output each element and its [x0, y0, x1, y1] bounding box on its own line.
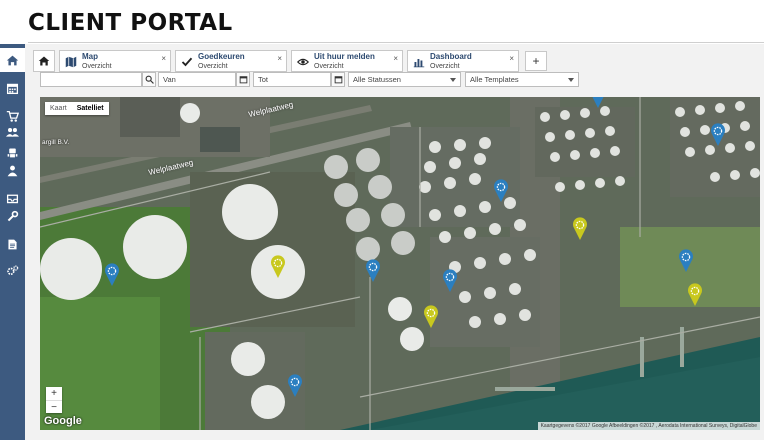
header-divider: [28, 42, 764, 43]
chevron-down-icon: [568, 78, 574, 82]
marker-pin-icon[interactable]: [678, 249, 694, 273]
calendar-icon: [239, 76, 247, 84]
sidebar-item-user[interactable]: [0, 158, 25, 182]
chevron-down-icon: [450, 78, 456, 82]
home-icon: [6, 55, 19, 65]
sidebar-item-home[interactable]: [0, 48, 25, 72]
zoom-in-button[interactable]: +: [46, 387, 62, 400]
marker-pin-icon[interactable]: [710, 123, 726, 147]
map-icon: [65, 56, 77, 68]
eye-icon: [297, 58, 309, 66]
wrench-icon: [7, 210, 19, 221]
search-icon: [145, 75, 154, 84]
zoom-control: + −: [46, 387, 62, 413]
sidebar: [0, 44, 25, 440]
map-type-toggle: Kaart Satelliet: [45, 102, 109, 115]
client-portal-page: CLIENT PORTAL Map Overzicht × Goedkeuren…: [0, 0, 764, 440]
google-logo: Google: [44, 415, 82, 427]
user-icon: [7, 165, 18, 176]
tab-close-button[interactable]: ×: [277, 55, 282, 63]
marker-pin-icon[interactable]: [104, 263, 120, 287]
tab-subtitle: Overzicht: [314, 63, 344, 70]
search-button[interactable]: [142, 72, 156, 87]
home-icon: [38, 56, 50, 66]
tab-subtitle: Overzicht: [82, 63, 112, 70]
tab-title: Goedkeuren: [198, 52, 245, 61]
marker-pin-icon[interactable]: [423, 305, 439, 329]
tab-uit-huur-melden[interactable]: Uit huur melden Overzicht ×: [291, 50, 403, 72]
date-from-picker-button[interactable]: [236, 72, 250, 87]
sidebar-item-calendar[interactable]: [0, 76, 25, 100]
add-tab-button[interactable]: +: [525, 51, 547, 71]
template-select[interactable]: Alle Templates: [465, 72, 579, 87]
sidebar-item-tools[interactable]: [0, 204, 25, 228]
marker-pin-icon[interactable]: [442, 269, 458, 293]
calendar-icon: [334, 76, 342, 84]
inbox-icon: [6, 194, 19, 203]
gears-icon: [7, 265, 19, 275]
tab-title: Dashboard: [430, 52, 472, 61]
sidebar-item-settings[interactable]: [0, 258, 25, 282]
main-content: Map Overzicht × Goedkeuren Overzicht × U…: [25, 44, 764, 440]
marker-pin-icon[interactable]: [590, 97, 606, 109]
search-input[interactable]: [40, 72, 142, 87]
bar-chart-icon: [413, 59, 425, 68]
status-select-value: Alle Statussen: [353, 75, 401, 84]
date-to-field[interactable]: Tot: [253, 72, 331, 87]
marker-pin-icon[interactable]: [365, 259, 381, 283]
template-select-value: Alle Templates: [470, 75, 519, 84]
tab-subtitle: Overzicht: [198, 63, 228, 70]
tab-close-button[interactable]: ×: [161, 55, 166, 63]
date-from-field[interactable]: Van: [158, 72, 236, 87]
map-attribution: Kaartgegevens ©2017 Google Afbeeldingen …: [537, 422, 760, 430]
marker-pin-icon[interactable]: [287, 374, 303, 398]
marker-pin-icon[interactable]: [270, 255, 286, 279]
zoom-out-button[interactable]: −: [46, 400, 62, 413]
tab-title: Map: [82, 52, 98, 61]
poi-label: argill B.V.: [42, 139, 70, 146]
check-icon: [181, 57, 193, 67]
tab-close-button[interactable]: ×: [509, 55, 514, 63]
tab-bar: Map Overzicht × Goedkeuren Overzicht × U…: [33, 50, 547, 72]
robot-icon: [7, 147, 18, 157]
marker-pin-icon[interactable]: [687, 283, 703, 307]
tab-goedkeuren[interactable]: Goedkeuren Overzicht ×: [175, 50, 287, 72]
document-icon: [8, 239, 17, 249]
marker-pin-icon[interactable]: [493, 179, 509, 203]
status-select[interactable]: Alle Statussen: [348, 72, 461, 87]
map-view[interactable]: Welplaatweg Welplaatweg argill B.V. Kaar…: [40, 97, 760, 430]
tab-dashboard[interactable]: Dashboard Overzicht ×: [407, 50, 519, 72]
tab-subtitle: Overzicht: [430, 63, 460, 70]
marker-pin-icon[interactable]: [572, 217, 588, 241]
date-to-picker-button[interactable]: [331, 72, 345, 87]
tab-close-button[interactable]: ×: [393, 55, 398, 63]
satellite-imagery: [40, 97, 760, 430]
map-type-kaart[interactable]: Kaart: [45, 102, 72, 115]
users-icon: [6, 127, 19, 137]
tab-home[interactable]: [33, 50, 55, 72]
tab-map[interactable]: Map Overzicht ×: [59, 50, 171, 72]
map-type-satelliet[interactable]: Satelliet: [72, 102, 109, 115]
tab-title: Uit huur melden: [314, 52, 375, 61]
page-title: CLIENT PORTAL: [28, 10, 233, 36]
sidebar-item-documents[interactable]: [0, 232, 25, 256]
calendar-icon: [6, 83, 19, 94]
